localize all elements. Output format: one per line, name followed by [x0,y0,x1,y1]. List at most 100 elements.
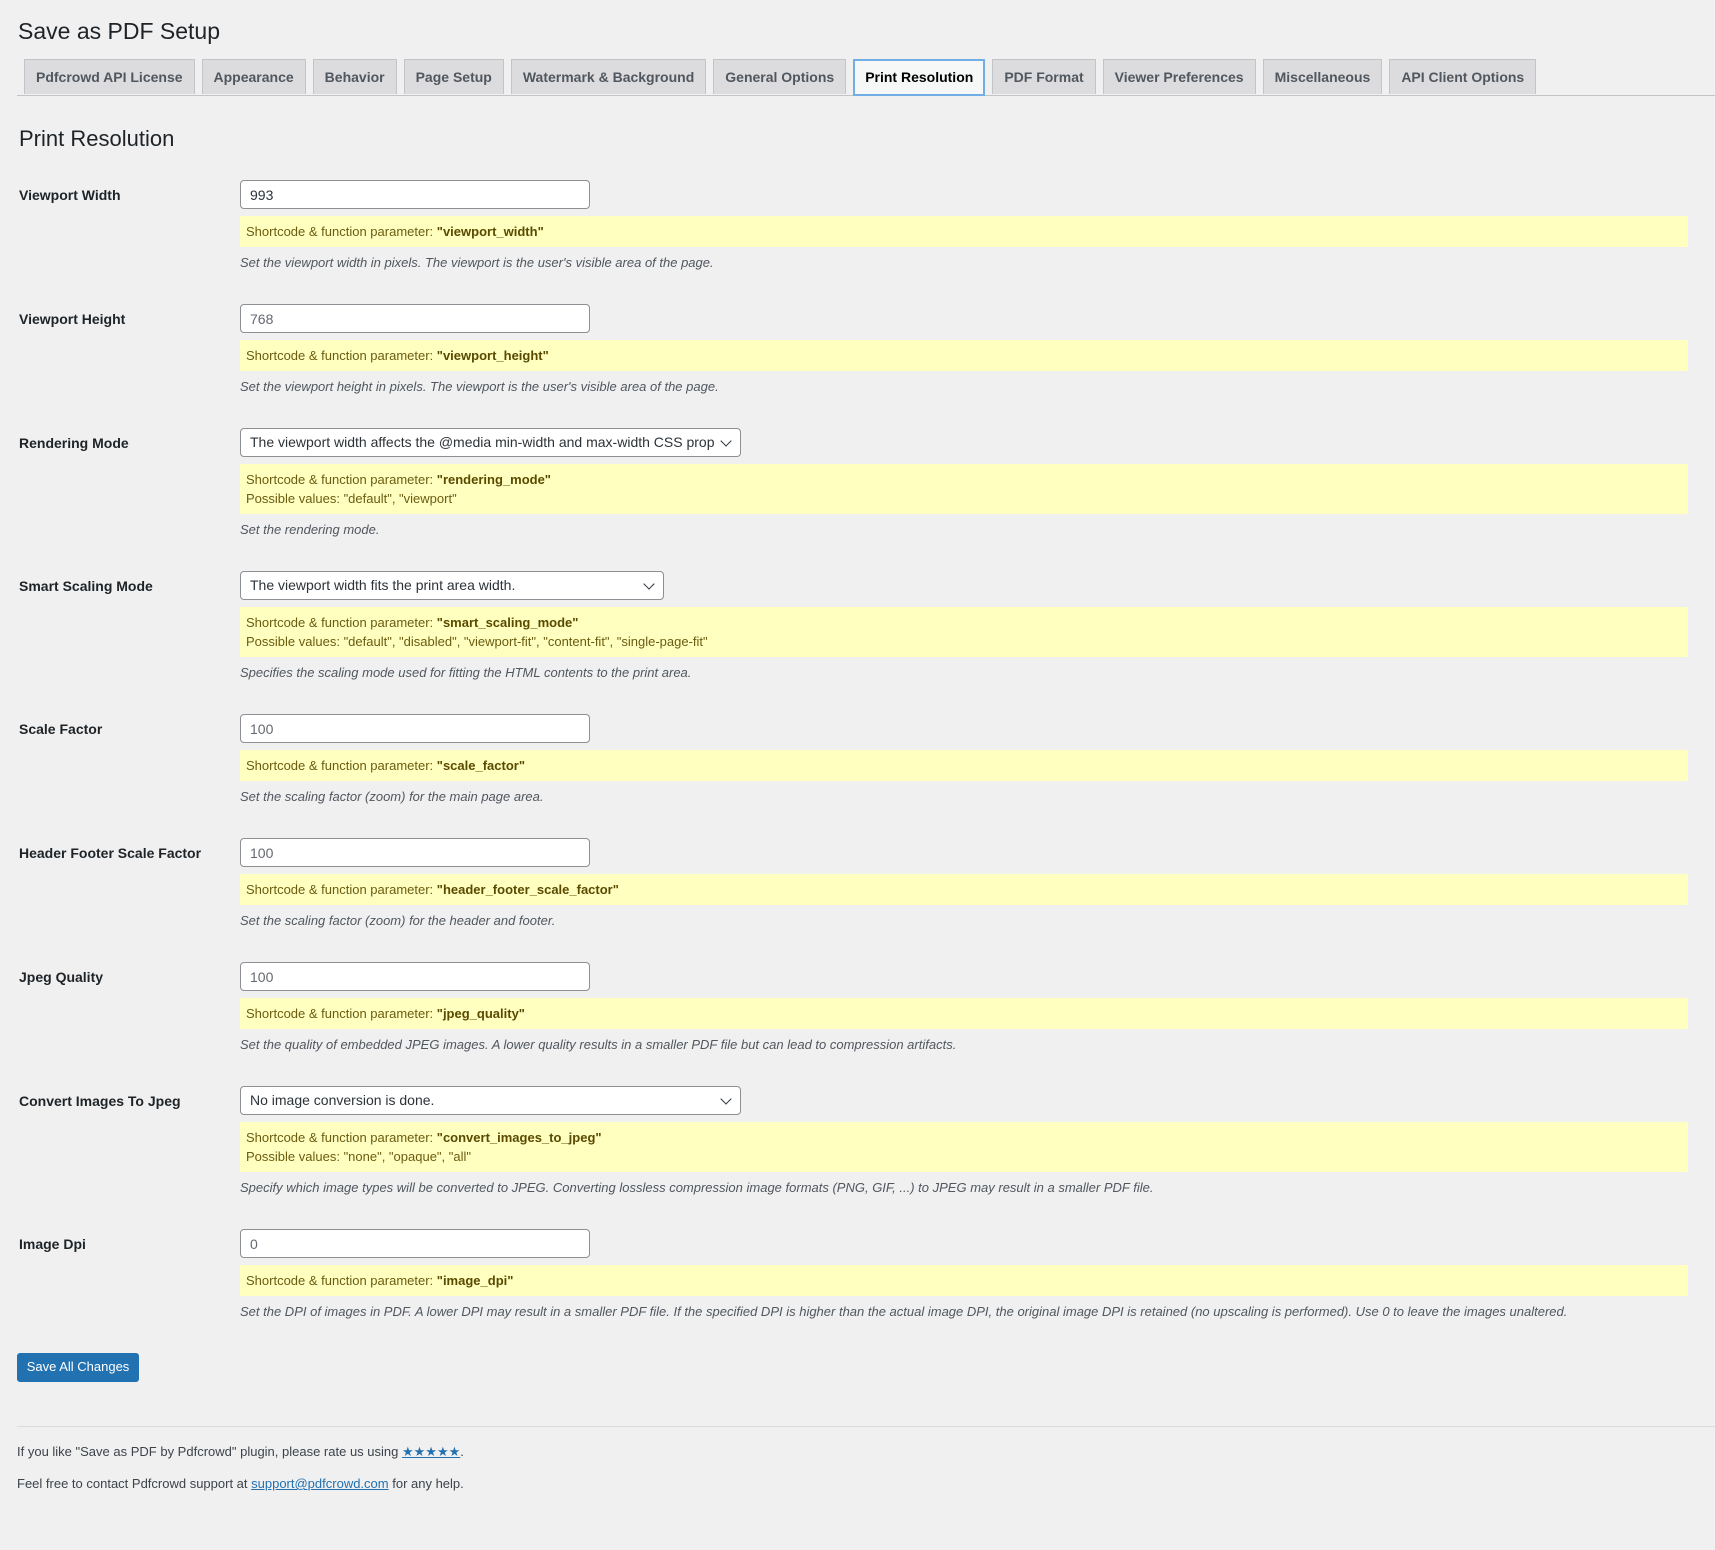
parameter-hint: Shortcode & function parameter: "convert… [240,1122,1688,1172]
section-title: Print Resolution [19,126,175,151]
parameter-hint: Shortcode & function parameter: "jpeg_qu… [240,998,1688,1029]
tab-viewer-preferences[interactable]: Viewer Preferences [1102,59,1256,94]
field-description: Set the viewport height in pixels. The v… [240,379,719,394]
parameter-hint: Shortcode & function parameter: "scale_f… [240,750,1688,781]
values-prefix: Possible values: [246,491,344,506]
parameter-name: "convert_images_to_jpeg" [436,1130,602,1145]
field-label: Scale Factor [19,721,103,737]
field-description: Set the scaling factor (zoom) for the ma… [240,789,544,804]
hint-prefix: Shortcode & function parameter: [246,1006,437,1021]
field-description: Set the rendering mode. [240,522,380,537]
image-dpi-input[interactable] [240,1229,590,1258]
tab-general-options[interactable]: General Options [713,59,847,94]
tab-miscellaneous[interactable]: Miscellaneous [1262,59,1383,94]
parameter-hint: Shortcode & function parameter: "renderi… [240,464,1688,514]
field-row-convert-images-to-jpeg: Convert Images To Jpeg No image conversio… [0,1086,1715,1229]
tab-watermark-background[interactable]: Watermark & Background [510,59,707,94]
scale-factor-input[interactable] [240,714,590,743]
parameter-name: "image_dpi" [436,1273,514,1288]
values-prefix: Possible values: [246,1149,344,1164]
field-description: Set the DPI of images in PDF. A lower DP… [240,1304,1568,1319]
rate-text: If you like "Save as PDF by Pdfcrowd" pl… [17,1444,464,1460]
hint-prefix: Shortcode & function parameter: [246,1273,437,1288]
parameter-hint: Shortcode & function parameter: "smart_s… [240,607,1688,657]
possible-values: "default", "disabled", "viewport-fit", "… [343,634,708,649]
parameter-hint: Shortcode & function parameter: "header_… [240,874,1688,905]
page-title: Save as PDF Setup [18,18,220,44]
field-description: Set the quality of embedded JPEG images.… [240,1037,957,1052]
field-label: Smart Scaling Mode [19,578,153,594]
header-footer-scale-factor-input[interactable] [240,838,590,867]
chevron-down-icon [720,435,732,447]
viewport-width-input[interactable] [240,180,590,209]
parameter-name: "scale_factor" [436,758,525,773]
field-row-rendering-mode: Rendering Mode The viewport width affects… [0,428,1715,571]
viewport-height-input[interactable] [240,304,590,333]
field-label: Convert Images To Jpeg [19,1093,181,1109]
field-row-scale-factor: Scale Factor Shortcode & function paramet… [0,714,1715,838]
parameter-hint: Shortcode & function parameter: "viewpor… [240,340,1688,371]
support-email-link[interactable]: support@pdfcrowd.com [251,1476,388,1491]
field-label: Viewport Height [19,311,126,327]
contact-suffix: for any help. [388,1476,464,1491]
selected-value: The viewport width affects the @media mi… [250,434,715,450]
tab-appearance[interactable]: Appearance [201,59,306,94]
parameter-name: "rendering_mode" [436,472,551,487]
chevron-down-icon [643,578,655,590]
tab-pdf-format[interactable]: PDF Format [992,59,1096,94]
parameter-hint: Shortcode & function parameter: "image_d… [240,1265,1688,1296]
tab-behavior[interactable]: Behavior [312,59,397,94]
jpeg-quality-input[interactable] [240,962,590,991]
field-label: Rendering Mode [19,435,129,451]
field-description: Specify which image types will be conver… [240,1180,1154,1195]
field-row-jpeg-quality: Jpeg Quality Shortcode & function paramet… [0,962,1715,1086]
divider [17,1426,1715,1427]
field-label: Viewport Width [19,187,121,203]
smart-scaling-mode-select[interactable]: The viewport width fits the print area w… [240,571,664,600]
hint-prefix: Shortcode & function parameter: [246,472,437,487]
settings-form: Viewport Width Shortcode & function param… [0,180,1715,1353]
rendering-mode-select[interactable]: The viewport width affects the @media mi… [240,428,741,457]
field-row-header-footer-scale-factor: Header Footer Scale Factor Shortcode & fu… [0,838,1715,962]
tab-api-client-options[interactable]: API Client Options [1389,59,1537,94]
hint-prefix: Shortcode & function parameter: [246,882,437,897]
field-label: Jpeg Quality [19,969,104,985]
field-row-viewport-height: Viewport Height Shortcode & function para… [0,304,1715,428]
tab-page-setup[interactable]: Page Setup [403,59,504,94]
hint-prefix: Shortcode & function parameter: [246,758,437,773]
hint-prefix: Shortcode & function parameter: [246,224,437,239]
field-description: Specifies the scaling mode used for fitt… [240,665,692,680]
convert-images-to-jpeg-select[interactable]: No image conversion is done. [240,1086,741,1115]
possible-values: "none", "opaque", "all" [343,1149,472,1164]
possible-values: "default", "viewport" [343,491,457,506]
rate-suffix: . [460,1444,464,1459]
parameter-hint: Shortcode & function parameter: "viewpor… [240,216,1688,247]
parameter-name: "viewport_width" [436,224,544,239]
field-description: Set the viewport width in pixels. The vi… [240,255,714,270]
selected-value: The viewport width fits the print area w… [250,577,516,593]
selected-value: No image conversion is done. [250,1092,435,1108]
contact-prefix: Feel free to contact Pdfcrowd support at [17,1476,252,1491]
tab-print-resolution[interactable]: Print Resolution [853,59,986,96]
rate-prefix: If you like "Save as PDF by Pdfcrowd" pl… [17,1444,402,1459]
field-row-smart-scaling-mode: Smart Scaling Mode The viewport width fit… [0,571,1715,714]
parameter-name: "jpeg_quality" [436,1006,525,1021]
values-prefix: Possible values: [246,634,344,649]
parameter-name: "smart_scaling_mode" [436,615,579,630]
field-description: Set the scaling factor (zoom) for the he… [240,913,556,928]
hint-prefix: Shortcode & function parameter: [246,348,437,363]
parameter-name: "viewport_height" [436,348,549,363]
parameter-name: "header_footer_scale_factor" [436,882,619,897]
field-label: Image Dpi [19,1236,86,1252]
contact-text: Feel free to contact Pdfcrowd support at… [17,1476,464,1491]
field-row-viewport-width: Viewport Width Shortcode & function param… [0,180,1715,304]
hint-prefix: Shortcode & function parameter: [246,1130,437,1145]
field-label: Header Footer Scale Factor [19,845,202,861]
rate-stars-link[interactable]: ★★★★★ [402,1444,460,1459]
save-all-changes-button[interactable]: Save All Changes [17,1353,139,1382]
hint-prefix: Shortcode & function parameter: [246,615,437,630]
chevron-down-icon [720,1093,732,1105]
field-row-image-dpi: Image Dpi Shortcode & function parameter:… [0,1229,1715,1353]
tab-pdfcrowd-api-license[interactable]: Pdfcrowd API License [24,59,195,94]
tab-bar: Pdfcrowd API License Appearance Behavior Pa… [17,59,1715,96]
